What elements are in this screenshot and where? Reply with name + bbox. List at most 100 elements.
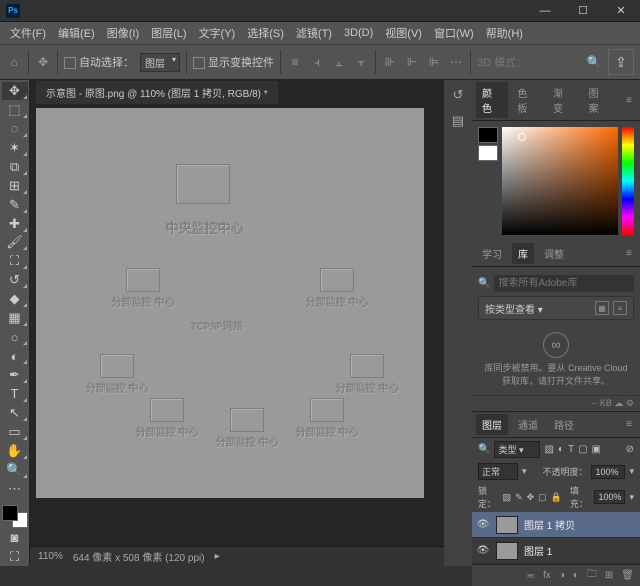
panel-menu-icon[interactable]: ≡ bbox=[622, 95, 636, 106]
maximize-button[interactable]: ☐ bbox=[564, 0, 602, 22]
foreground-swatch[interactable] bbox=[478, 127, 498, 143]
close-button[interactable]: ✕ bbox=[602, 0, 640, 22]
eyedropper-tool[interactable]: ✎ bbox=[2, 196, 28, 214]
filter-smart-icon[interactable]: ▣ bbox=[592, 444, 601, 455]
visibility-icon[interactable]: 👁 bbox=[476, 519, 490, 530]
search-icon[interactable]: 🔍 bbox=[586, 54, 602, 70]
delete-layer-icon[interactable]: 🗑 bbox=[621, 570, 634, 581]
layer-row[interactable]: 👁 图层 1 拷贝 bbox=[472, 512, 640, 538]
path-tool[interactable]: ↖ bbox=[2, 404, 28, 422]
zoom-tool[interactable]: 🔍 bbox=[2, 461, 28, 479]
lock-pixels-icon[interactable]: ▧ bbox=[503, 492, 512, 503]
tab-learn[interactable]: 学习 bbox=[476, 243, 508, 264]
brush-tool[interactable]: 🖌 bbox=[2, 234, 28, 252]
dock-history-icon[interactable]: ↺ bbox=[449, 86, 467, 104]
tab-libraries[interactable]: 库 bbox=[512, 243, 534, 264]
hand-tool[interactable]: ✋ bbox=[2, 442, 28, 460]
menu-window[interactable]: 窗口(W) bbox=[428, 22, 480, 44]
align-icon[interactable]: ≡ bbox=[287, 54, 303, 70]
status-chevron-icon[interactable]: ▸ bbox=[215, 551, 220, 562]
tab-color[interactable]: 颜色 bbox=[476, 82, 508, 118]
shape-tool[interactable]: ▭ bbox=[2, 423, 28, 441]
filter-adjust-icon[interactable]: ◐ bbox=[558, 444, 564, 455]
fill-input[interactable]: 100% bbox=[594, 490, 625, 504]
align-icon[interactable]: ⫟ bbox=[353, 54, 369, 70]
layer-thumbnail[interactable] bbox=[496, 516, 518, 534]
tab-patterns[interactable]: 图案 bbox=[583, 82, 615, 118]
blend-mode-dropdown[interactable]: 正常 bbox=[478, 463, 518, 480]
pen-tool[interactable]: ✒ bbox=[2, 366, 28, 384]
menu-select[interactable]: 选择(S) bbox=[241, 22, 290, 44]
crop-tool[interactable]: ⧉ bbox=[2, 158, 28, 176]
visibility-icon[interactable]: 👁 bbox=[476, 545, 490, 556]
tab-swatches[interactable]: 色板 bbox=[512, 82, 544, 118]
quick-select-tool[interactable]: ✶ bbox=[2, 139, 28, 157]
frame-tool[interactable]: ⊞ bbox=[2, 177, 28, 195]
auto-select-checkbox[interactable] bbox=[64, 57, 76, 69]
quick-mask[interactable]: ◙ bbox=[2, 529, 28, 547]
adjustment-layer-icon[interactable]: ◐ bbox=[573, 570, 579, 581]
share-button[interactable]: ⇪ bbox=[608, 49, 634, 75]
panel-menu-icon[interactable]: ≡ bbox=[622, 419, 636, 430]
filter-shape-icon[interactable]: ▢ bbox=[578, 444, 587, 455]
auto-select-dropdown[interactable]: 图层 bbox=[140, 53, 180, 72]
menu-layer[interactable]: 图层(L) bbox=[145, 22, 192, 44]
more-icon[interactable]: ⋯ bbox=[448, 54, 464, 70]
stamp-tool[interactable]: ⛶ bbox=[2, 252, 28, 270]
screen-mode[interactable]: ⛶ bbox=[2, 548, 28, 566]
edit-toolbar[interactable]: ⋯ bbox=[2, 480, 28, 498]
lasso-tool[interactable]: ◌ bbox=[2, 120, 28, 138]
tab-channels[interactable]: 通道 bbox=[512, 414, 544, 435]
color-swatches[interactable] bbox=[2, 505, 28, 528]
align-icon[interactable]: ⫞ bbox=[309, 54, 325, 70]
tab-gradients[interactable]: 渐变 bbox=[547, 82, 579, 118]
tab-paths[interactable]: 路径 bbox=[548, 414, 580, 435]
tab-layers[interactable]: 图层 bbox=[476, 414, 508, 435]
marquee-tool[interactable]: ⬚ bbox=[2, 101, 28, 119]
filter-pixel-icon[interactable]: ▧ bbox=[544, 444, 553, 455]
eraser-tool[interactable]: ◆ bbox=[2, 290, 28, 308]
layer-row[interactable]: 👁 图层 1 bbox=[472, 538, 640, 564]
group-icon[interactable]: 🗀 bbox=[587, 567, 597, 584]
dock-properties-icon[interactable]: ▤ bbox=[449, 112, 467, 130]
menu-view[interactable]: 视图(V) bbox=[379, 22, 428, 44]
show-transform-checkbox[interactable] bbox=[193, 57, 205, 69]
status-zoom[interactable]: 110% bbox=[38, 551, 63, 562]
new-layer-icon[interactable]: ⊞ bbox=[605, 570, 613, 581]
lock-all-icon[interactable]: 🔒 bbox=[551, 492, 562, 503]
menu-image[interactable]: 图像(I) bbox=[101, 22, 145, 44]
panel-menu-icon[interactable]: ≡ bbox=[622, 248, 636, 259]
color-field[interactable] bbox=[502, 127, 618, 235]
library-view-dropdown[interactable]: 按类型查看 ▾ bbox=[485, 301, 543, 316]
heal-tool[interactable]: ✚ bbox=[2, 215, 28, 233]
layer-style-icon[interactable]: fx bbox=[543, 570, 551, 581]
tab-adjustments[interactable]: 调整 bbox=[538, 243, 570, 264]
lock-artboard-icon[interactable]: ▢ bbox=[538, 492, 547, 503]
align-icon[interactable]: ⫠ bbox=[331, 54, 347, 70]
filter-toggle[interactable]: ⊘ bbox=[626, 444, 634, 455]
filter-kind-dropdown[interactable]: 类型 ▾ bbox=[494, 441, 540, 458]
layer-name[interactable]: 图层 1 bbox=[524, 543, 636, 558]
distribute-icon[interactable]: ⊩ bbox=[404, 54, 420, 70]
canvas[interactable]: 中央监控中心 TCP/IP网络 分部监控 中心 分部监控 中心 分部监控 中心 … bbox=[36, 108, 424, 498]
menu-3d[interactable]: 3D(D) bbox=[338, 24, 379, 42]
distribute-icon[interactable]: ⊪ bbox=[382, 54, 398, 70]
move-tool[interactable]: ✥ bbox=[2, 82, 28, 100]
history-brush-tool[interactable]: ↺ bbox=[2, 271, 28, 289]
minimize-button[interactable]: — bbox=[526, 0, 564, 22]
menu-type[interactable]: 文字(Y) bbox=[193, 22, 242, 44]
grid-view-icon[interactable]: ▦ bbox=[595, 301, 609, 315]
gradient-tool[interactable]: ▦ bbox=[2, 309, 28, 327]
layer-name[interactable]: 图层 1 拷贝 bbox=[524, 517, 636, 532]
distribute-icon[interactable]: ⊫ bbox=[426, 54, 442, 70]
menu-help[interactable]: 帮助(H) bbox=[480, 22, 529, 44]
lock-brush-icon[interactable]: ✎ bbox=[515, 492, 523, 503]
dodge-tool[interactable]: ◐ bbox=[2, 347, 28, 365]
document-tab[interactable]: 示意图 - 原图.png @ 110% (图层 1 拷贝, RGB/8) * bbox=[36, 81, 278, 104]
type-tool[interactable]: T bbox=[2, 385, 28, 403]
home-icon[interactable]: ⌂ bbox=[6, 54, 22, 70]
filter-type-icon[interactable]: T bbox=[568, 444, 574, 455]
list-view-icon[interactable]: ≡ bbox=[613, 301, 627, 315]
library-search-input[interactable] bbox=[494, 275, 634, 292]
lock-position-icon[interactable]: ✥ bbox=[527, 492, 535, 503]
